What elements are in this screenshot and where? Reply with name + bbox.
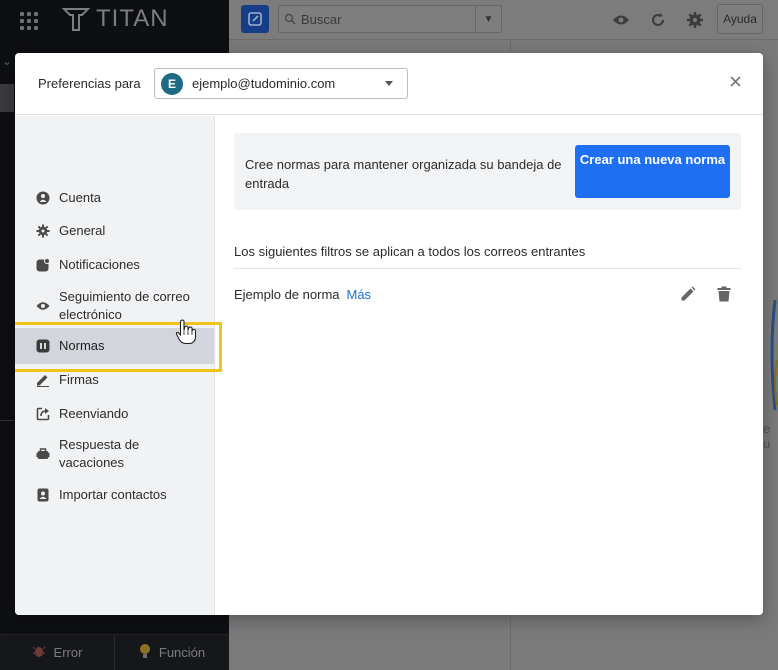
account-icon [36, 191, 50, 205]
account-email: ejemplo@tudominio.com [192, 76, 336, 91]
rule-more-link[interactable]: Más [347, 287, 372, 302]
bug-icon [32, 644, 46, 661]
feature-label: Función [158, 645, 206, 660]
modal-header: Preferencias para E ejemplo@tudominio.co… [15, 53, 763, 115]
search-options-dropdown[interactable]: ▼ [475, 6, 501, 32]
create-rule-banner: Cree normas para mantener organizada su … [234, 133, 741, 210]
sidebar-item-forwarding[interactable]: Reenviando [15, 405, 214, 423]
sidebar-item-label: Reenviando [59, 406, 129, 421]
app-grid-icon[interactable] [20, 12, 38, 30]
sidebar-item-account[interactable]: Cuenta [15, 189, 214, 207]
search-icon [279, 13, 301, 25]
filters-heading: Los siguientes filtros se aplican a todo… [234, 244, 586, 259]
settings-gear-icon[interactable] [685, 10, 705, 30]
report-error-button[interactable]: Error [0, 635, 114, 670]
sidebar-item-label: Firmas [59, 372, 99, 387]
chevron-down-icon [385, 81, 393, 86]
close-icon[interactable] [726, 72, 744, 90]
list-item: Ejemplo de norma Más [234, 279, 741, 309]
sidebar-item-vacation-reply[interactable]: Respuesta de vacaciones [15, 436, 214, 472]
sidebar-item-label: Respuesta de vacaciones [59, 437, 140, 470]
chevron-down-icon: ⌄ [2, 54, 13, 68]
avatar: E [161, 72, 183, 95]
bottom-bar: Error Función [0, 634, 229, 670]
compose-icon [248, 12, 262, 26]
contacts-icon [36, 488, 50, 502]
edit-pencil-icon[interactable] [679, 285, 697, 303]
preferences-modal: Preferencias para E ejemplo@tudominio.co… [15, 53, 763, 615]
background-text-fragment: e u [763, 421, 771, 451]
search-input[interactable]: Buscar [301, 12, 475, 27]
titan-logo-icon [62, 8, 90, 31]
background-illustration [770, 300, 778, 410]
sidebar-item-label: Cuenta [59, 190, 101, 205]
sidebar-item-label: Importar contactos [59, 487, 167, 502]
pen-icon [36, 373, 50, 387]
lightbulb-icon [139, 643, 151, 662]
eye-icon[interactable] [611, 10, 631, 30]
titan-logo: TITAN [62, 5, 169, 33]
sidebar-item-import-contacts[interactable]: Importar contactos [15, 486, 214, 504]
mouse-pointer-hand-icon [175, 319, 197, 345]
error-label: Error [53, 645, 83, 660]
sidebar-item-label: General [59, 223, 106, 238]
compose-button[interactable] [241, 5, 269, 33]
delete-trash-icon[interactable] [715, 285, 733, 303]
sidebar-item-label: Notificaciones [59, 257, 140, 272]
account-select[interactable]: E ejemplo@tudominio.com [154, 68, 408, 99]
rules-info-text: Cree normas para mantener organizada su … [245, 157, 562, 191]
rule-actions [679, 285, 733, 303]
sidebar-divider [0, 420, 14, 421]
sidebar-item-signatures[interactable]: Firmas [15, 371, 214, 389]
rules-panel: Cree normas para mantener organizada su … [215, 116, 763, 615]
create-rule-button[interactable]: Crear una nueva norma [575, 145, 730, 198]
folder-selection [0, 84, 14, 112]
search-box[interactable]: Buscar ▼ [278, 5, 502, 33]
forward-icon [36, 407, 50, 421]
preferences-sidebar: Cuenta General Notificaciones Seguimient… [15, 116, 222, 615]
preferences-for-label: Preferencias para [38, 76, 141, 91]
notification-icon [36, 258, 50, 272]
sidebar-item-general[interactable]: General [15, 222, 214, 240]
help-button[interactable]: Ayuda [717, 4, 763, 34]
brand-name: TITAN [96, 5, 169, 32]
rule-name: Ejemplo de norma [234, 286, 340, 302]
sidebar-item-notifications[interactable]: Notificaciones [15, 256, 214, 274]
divider [234, 268, 741, 269]
eye-icon [36, 299, 50, 313]
refresh-icon[interactable] [648, 10, 668, 30]
feature-request-button[interactable]: Función [114, 635, 229, 670]
gear-icon [36, 224, 50, 238]
vacation-icon [36, 447, 50, 461]
